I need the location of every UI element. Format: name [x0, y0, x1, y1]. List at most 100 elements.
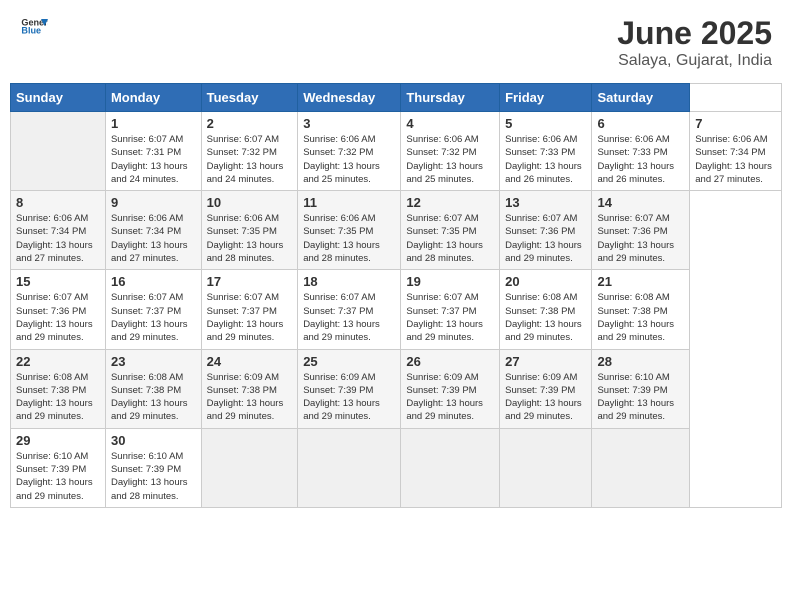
- day-number: 14: [597, 195, 684, 210]
- day-number: 7: [695, 116, 776, 131]
- calendar-cell: 11Sunrise: 6:06 AMSunset: 7:35 PMDayligh…: [298, 191, 401, 270]
- day-info: Sunrise: 6:07 AMSunset: 7:36 PMDaylight:…: [505, 212, 586, 265]
- col-header-thursday: Thursday: [401, 84, 500, 112]
- calendar-cell: 20Sunrise: 6:08 AMSunset: 7:38 PMDayligh…: [500, 270, 592, 349]
- col-header-tuesday: Tuesday: [201, 84, 298, 112]
- calendar-cell: [401, 428, 500, 507]
- day-info: Sunrise: 6:08 AMSunset: 7:38 PMDaylight:…: [597, 291, 684, 344]
- day-info: Sunrise: 6:09 AMSunset: 7:39 PMDaylight:…: [303, 371, 395, 424]
- day-number: 1: [111, 116, 196, 131]
- calendar-cell: 15 Sunrise: 6:07 AMSunset: 7:36 PMDayligh…: [11, 270, 106, 349]
- day-info: Sunrise: 6:09 AMSunset: 7:39 PMDaylight:…: [505, 371, 586, 424]
- calendar-cell: [11, 112, 106, 191]
- day-info: Sunrise: 6:07 AMSunset: 7:37 PMDaylight:…: [111, 291, 196, 344]
- day-number: 18: [303, 274, 395, 289]
- calendar-cell: 14 Sunrise: 6:07 AMSunset: 7:36 PMDayligh…: [592, 191, 690, 270]
- day-number: 30: [111, 433, 196, 448]
- calendar-cell: 21 Sunrise: 6:08 AMSunset: 7:38 PMDayligh…: [592, 270, 690, 349]
- day-number: 16: [111, 274, 196, 289]
- day-number: 23: [111, 354, 196, 369]
- calendar-cell: [298, 428, 401, 507]
- day-info: Sunrise: 6:06 AMSunset: 7:32 PMDaylight:…: [303, 133, 395, 186]
- calendar-cell: 16 Sunrise: 6:07 AMSunset: 7:37 PMDayligh…: [105, 270, 201, 349]
- calendar-cell: 18 Sunrise: 6:07 AMSunset: 7:37 PMDayligh…: [298, 270, 401, 349]
- col-header-sunday: Sunday: [11, 84, 106, 112]
- col-header-monday: Monday: [105, 84, 201, 112]
- logo-icon: General Blue: [20, 15, 48, 37]
- calendar-cell: 8 Sunrise: 6:06 AMSunset: 7:34 PMDaylight…: [11, 191, 106, 270]
- calendar-cell: 4 Sunrise: 6:06 AMSunset: 7:32 PMDaylight…: [401, 112, 500, 191]
- calendar-cell: [592, 428, 690, 507]
- calendar-cell: 27 Sunrise: 6:09 AMSunset: 7:39 PMDayligh…: [500, 349, 592, 428]
- calendar-cell: 17Sunrise: 6:07 AMSunset: 7:37 PMDayligh…: [201, 270, 298, 349]
- calendar-cell: 1 Sunrise: 6:07 AMSunset: 7:31 PMDaylight…: [105, 112, 201, 191]
- calendar-cell: [201, 428, 298, 507]
- day-info: Sunrise: 6:06 AMSunset: 7:33 PMDaylight:…: [505, 133, 586, 186]
- day-info: Sunrise: 6:07 AMSunset: 7:32 PMDaylight:…: [207, 133, 293, 186]
- calendar-cell: 30 Sunrise: 6:10 AMSunset: 7:39 PMDayligh…: [105, 428, 201, 507]
- calendar-week-row: 22 Sunrise: 6:08 AMSunset: 7:38 PMDayligh…: [11, 349, 782, 428]
- day-info: Sunrise: 6:07 AMSunset: 7:36 PMDaylight:…: [16, 291, 100, 344]
- calendar-week-row: 29 Sunrise: 6:10 AMSunset: 7:39 PMDayligh…: [11, 428, 782, 507]
- day-number: 21: [597, 274, 684, 289]
- day-number: 8: [16, 195, 100, 210]
- calendar-table: SundayMondayTuesdayWednesdayThursdayFrid…: [10, 83, 782, 508]
- calendar-week-row: 1 Sunrise: 6:07 AMSunset: 7:31 PMDaylight…: [11, 112, 782, 191]
- day-number: 2: [207, 116, 293, 131]
- day-info: Sunrise: 6:10 AMSunset: 7:39 PMDaylight:…: [111, 450, 196, 503]
- logo: General Blue: [20, 15, 48, 37]
- day-info: Sunrise: 6:09 AMSunset: 7:38 PMDaylight:…: [207, 371, 293, 424]
- calendar-cell: 2 Sunrise: 6:07 AMSunset: 7:32 PMDaylight…: [201, 112, 298, 191]
- day-info: Sunrise: 6:08 AMSunset: 7:38 PMDaylight:…: [16, 371, 100, 424]
- day-info: Sunrise: 6:09 AMSunset: 7:39 PMDaylight:…: [406, 371, 494, 424]
- day-number: 3: [303, 116, 395, 131]
- day-info: Sunrise: 6:07 AMSunset: 7:36 PMDaylight:…: [597, 212, 684, 265]
- col-header-saturday: Saturday: [592, 84, 690, 112]
- calendar-header-row: SundayMondayTuesdayWednesdayThursdayFrid…: [11, 84, 782, 112]
- calendar-cell: 3 Sunrise: 6:06 AMSunset: 7:32 PMDaylight…: [298, 112, 401, 191]
- day-info: Sunrise: 6:06 AMSunset: 7:32 PMDaylight:…: [406, 133, 494, 186]
- header: General Blue June 2025 Salaya, Gujarat, …: [10, 10, 782, 75]
- calendar-cell: 10Sunrise: 6:06 AMSunset: 7:35 PMDayligh…: [201, 191, 298, 270]
- calendar-cell: 6Sunrise: 6:06 AMSunset: 7:33 PMDaylight…: [592, 112, 690, 191]
- day-number: 28: [597, 354, 684, 369]
- calendar-week-row: 15 Sunrise: 6:07 AMSunset: 7:36 PMDayligh…: [11, 270, 782, 349]
- month-title: June 2025: [617, 15, 772, 52]
- day-number: 5: [505, 116, 586, 131]
- day-number: 13: [505, 195, 586, 210]
- calendar-cell: 7 Sunrise: 6:06 AMSunset: 7:34 PMDaylight…: [690, 112, 782, 191]
- day-number: 29: [16, 433, 100, 448]
- day-info: Sunrise: 6:08 AMSunset: 7:38 PMDaylight:…: [111, 371, 196, 424]
- day-number: 26: [406, 354, 494, 369]
- day-info: Sunrise: 6:06 AMSunset: 7:35 PMDaylight:…: [303, 212, 395, 265]
- title-block: June 2025 Salaya, Gujarat, India: [617, 15, 772, 70]
- day-info: Sunrise: 6:07 AMSunset: 7:31 PMDaylight:…: [111, 133, 196, 186]
- day-number: 12: [406, 195, 494, 210]
- calendar-cell: 19Sunrise: 6:07 AMSunset: 7:37 PMDayligh…: [401, 270, 500, 349]
- day-number: 4: [406, 116, 494, 131]
- day-number: 9: [111, 195, 196, 210]
- calendar-cell: 22 Sunrise: 6:08 AMSunset: 7:38 PMDayligh…: [11, 349, 106, 428]
- calendar-cell: 24 Sunrise: 6:09 AMSunset: 7:38 PMDayligh…: [201, 349, 298, 428]
- day-number: 22: [16, 354, 100, 369]
- calendar-week-row: 8 Sunrise: 6:06 AMSunset: 7:34 PMDaylight…: [11, 191, 782, 270]
- day-number: 27: [505, 354, 586, 369]
- calendar-cell: 9 Sunrise: 6:06 AMSunset: 7:34 PMDaylight…: [105, 191, 201, 270]
- day-info: Sunrise: 6:06 AMSunset: 7:34 PMDaylight:…: [16, 212, 100, 265]
- day-number: 25: [303, 354, 395, 369]
- day-info: Sunrise: 6:06 AMSunset: 7:34 PMDaylight:…: [695, 133, 776, 186]
- day-info: Sunrise: 6:10 AMSunset: 7:39 PMDaylight:…: [597, 371, 684, 424]
- col-header-friday: Friday: [500, 84, 592, 112]
- calendar-cell: 13 Sunrise: 6:07 AMSunset: 7:36 PMDayligh…: [500, 191, 592, 270]
- day-number: 20: [505, 274, 586, 289]
- day-number: 15: [16, 274, 100, 289]
- day-number: 24: [207, 354, 293, 369]
- day-info: Sunrise: 6:07 AMSunset: 7:37 PMDaylight:…: [207, 291, 293, 344]
- day-info: Sunrise: 6:07 AMSunset: 7:37 PMDaylight:…: [303, 291, 395, 344]
- calendar-cell: 26 Sunrise: 6:09 AMSunset: 7:39 PMDayligh…: [401, 349, 500, 428]
- calendar-cell: 25 Sunrise: 6:09 AMSunset: 7:39 PMDayligh…: [298, 349, 401, 428]
- calendar-cell: [500, 428, 592, 507]
- day-info: Sunrise: 6:06 AMSunset: 7:35 PMDaylight:…: [207, 212, 293, 265]
- day-info: Sunrise: 6:10 AMSunset: 7:39 PMDaylight:…: [16, 450, 100, 503]
- day-info: Sunrise: 6:06 AMSunset: 7:34 PMDaylight:…: [111, 212, 196, 265]
